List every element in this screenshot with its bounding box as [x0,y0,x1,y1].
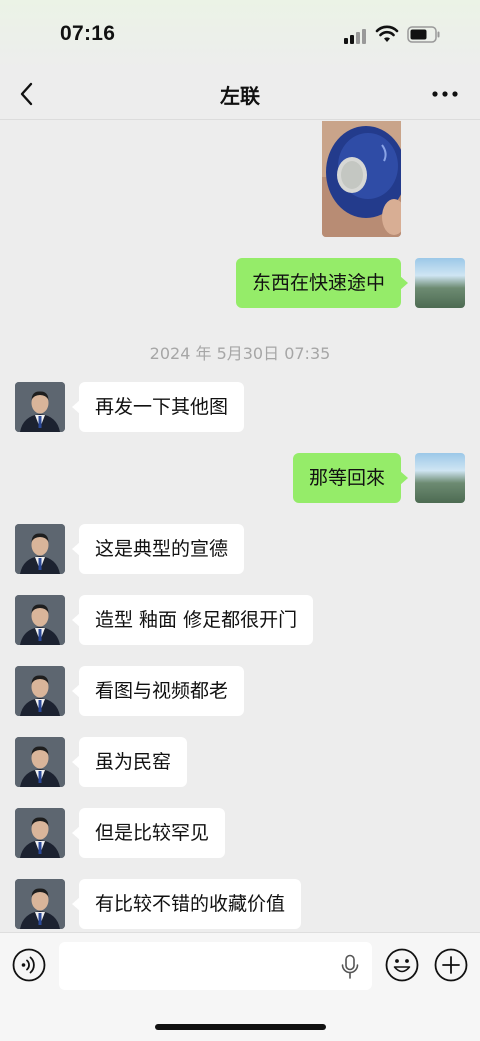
input-bar [0,932,480,1041]
more-icon[interactable] [428,82,462,106]
chat-timestamp: 2024 年 5月30日 07:35 [149,344,331,363]
contact-avatar[interactable] [15,737,65,787]
self-avatar[interactable] [415,453,465,503]
chat-area[interactable]: 东西在快速途中 2024 年 5月30日 07:35 再发一下其他图 那等回來 … [0,121,480,932]
contact-avatar[interactable] [15,879,65,929]
signal-icon [344,28,370,44]
home-indicator [155,1024,326,1030]
message-bubble-incoming[interactable]: 有比较不错的收藏价值 [71,879,302,929]
contact-avatar[interactable] [15,808,65,858]
message-bubble-incoming[interactable]: 再发一下其他图 [71,382,245,432]
message-input[interactable] [59,942,372,990]
mic-icon[interactable] [340,954,360,980]
page-title: 左联 [220,84,260,108]
porcelain-photo-message[interactable] [322,121,401,237]
status-bar: 07:16 [0,0,480,68]
message-bubble-incoming[interactable]: 造型 釉面 修足都很开门 [71,595,314,645]
message-bubble-outgoing[interactable]: 东西在快速途中 [235,258,409,308]
message-bubble-outgoing[interactable]: 那等回來 [292,453,409,503]
nav-bar: 左联 [0,68,480,120]
status-time: 07:16 [60,22,116,45]
message-bubble-incoming[interactable]: 看图与视频都老 [71,666,245,716]
contact-avatar[interactable] [15,382,65,432]
voice-icon[interactable] [12,948,46,982]
contact-avatar[interactable] [15,595,65,645]
contact-avatar[interactable] [15,666,65,716]
wifi-icon [375,25,399,42]
message-bubble-incoming[interactable]: 虽为民窑 [71,737,188,787]
self-avatar[interactable] [415,258,465,308]
battery-icon [407,26,440,43]
emoji-icon[interactable] [385,948,419,982]
message-bubble-incoming[interactable]: 这是典型的宣德 [71,524,245,574]
message-bubble-incoming[interactable]: 但是比较罕见 [71,808,226,858]
plus-icon[interactable] [434,948,468,982]
contact-avatar[interactable] [15,524,65,574]
